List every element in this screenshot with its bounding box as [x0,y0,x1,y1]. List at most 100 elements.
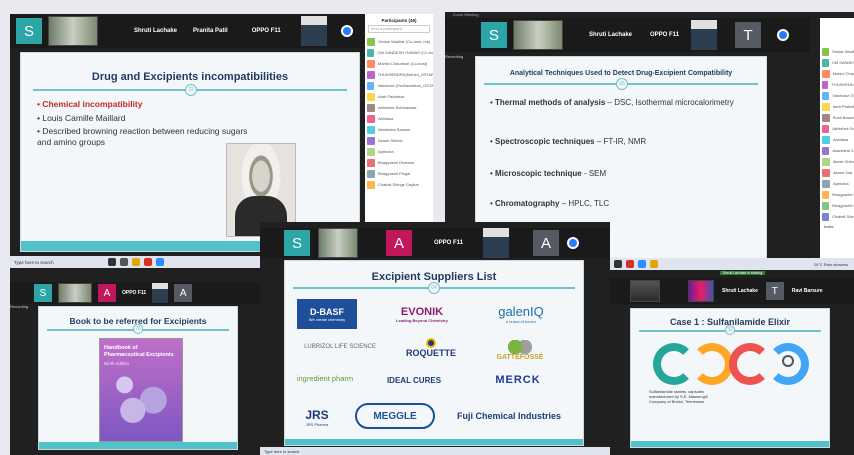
chrome-icon[interactable] [626,260,634,268]
logo-text: EVONIK [400,305,444,318]
participant-row[interactable]: Bhagyashri P [820,200,854,211]
participant-tile-t[interactable]: T [765,282,784,300]
chrome-icon[interactable] [144,258,152,266]
participant-row[interactable]: OM SANDESH GAWAS (Co-host) [365,47,433,58]
participant-row[interactable]: Bhagyashri D [820,189,854,200]
participant-row[interactable]: Mohini Chaudhari (Co-host) [365,58,433,69]
participant-row[interactable]: Abhishek Sohmaswar [365,102,433,113]
video-thumbnail[interactable] [630,280,660,302]
participant-name: Bhagyashri P [832,203,854,208]
participant-row[interactable]: THUSHENDRA(Mohini_OSTAF) [365,69,433,80]
participant-row[interactable]: Akash Shind [820,156,854,167]
evonik-logo: EVONIK Leading Beyond Chemistry [377,301,467,327]
slide-excipient-suppliers: Excipient Suppliers List 64 D-BASF We cr… [284,260,584,446]
merck-logo: MERCK [495,374,541,386]
participant-row[interactable]: Vaishnavi Gu [820,90,854,101]
participant-name: Apeksha [833,181,849,186]
participant-video[interactable] [483,228,510,258]
participant-row[interactable]: Abhilasa [820,134,854,145]
participant-name: Aarti Padvek [832,104,854,109]
magnifier-icon [782,355,794,367]
panel-top-left: S Shruti Lachake Pranita Patil OPPO F11 … [10,14,433,256]
bullet-bold: Chromatography [495,199,560,208]
participant-row[interactable]: Vaishnavi (Gudhwantrao_OSTAF) [365,80,433,91]
next-page-button[interactable] [567,237,580,249]
participant-row[interactable]: Bhagyashri Pingal [365,168,433,179]
windows-icon[interactable] [614,260,622,268]
participant-name: Omkar Wadkar [831,49,854,54]
participant-name: OPPO F11 [434,240,464,246]
participant-row[interactable]: Akanksha Sa [820,145,854,156]
taskbar-search[interactable]: Type here to search [14,260,104,265]
participant-row[interactable]: Sunil Bawan [820,112,854,123]
participant-row[interactable]: Chaitali Shing [820,211,854,222]
fuji-chemical-logo: Fuji Chemical Industries [456,411,562,421]
invite-button[interactable]: Invite [820,222,854,231]
participant-list: Omkar Wadkar OM SANDESH Mohini Chau THUSHEN… [820,18,854,222]
folder-icon[interactable] [650,260,658,268]
slide-sulfanilamide: Case 1 : Sulfanilamide Elixir 32 Sulfani… [630,308,830,448]
next-page-button[interactable] [777,29,790,41]
zoom-icon[interactable] [638,260,646,268]
case-caption: Sulfanilamide tablets, capsules manufact… [649,389,708,404]
bullet-text: – HPLC, TLC [559,199,610,208]
participant-row[interactable]: THUSHENDRA [820,79,854,90]
participant-avatar [367,169,375,178]
participant-row[interactable]: Akash Shinde [365,135,433,146]
participant-avatar [822,168,830,177]
participant-tile-a2[interactable]: A [533,230,560,256]
participant-row[interactable]: Akanksha Sawant [365,124,433,135]
logo-text: GATTEFOSSÉ [496,353,544,361]
video-thumbnail[interactable] [513,20,563,50]
participant-avatar [822,102,830,111]
participant-row[interactable]: OM SANDESH [820,57,854,68]
participant-row[interactable]: Abhishek Sor [820,123,854,134]
participant-tile-s[interactable]: S [284,230,310,256]
explorer-icon[interactable] [132,258,140,266]
participant-avatar [822,201,830,210]
participant-video[interactable] [691,20,718,50]
participant-row[interactable]: Omkar Wadkar [820,46,854,57]
participant-row[interactable]: Apeksha [820,178,854,189]
participant-avatar [822,113,830,122]
participant-video[interactable] [300,16,327,46]
roquette-logo: ROQUETTE [393,335,469,361]
participant-row[interactable]: Bhagyashri Dhanure [365,157,433,168]
windows-icon[interactable] [108,258,116,266]
participant-tile-a[interactable]: A [98,284,116,302]
participant-tile-a[interactable]: A [386,230,412,256]
participant-row[interactable]: Akash Vad [820,167,854,178]
participant-row[interactable]: Apeksha [365,146,433,157]
participant-row[interactable]: Chaitali Shinge Gaykar [365,179,433,190]
participant-row[interactable]: Aarti Padvek [820,101,854,112]
participant-name: OPPO F11 [122,290,147,296]
participant-tile-s[interactable]: S [481,22,507,48]
participant-row[interactable]: Aarti Padvekar [365,91,433,102]
video-thumbnail[interactable] [318,228,358,258]
bullet-text: Chemical incompatibility [42,99,143,109]
roquette-icon [426,338,436,348]
participant-tile-t[interactable]: T [735,22,762,48]
participant-avatar [367,70,375,79]
taskbar-search[interactable]: Type here to search [264,449,334,454]
next-page-button[interactable] [340,25,353,37]
participant-name: Chaitali Shinge Gaykar [378,182,419,187]
participant-video[interactable] [152,283,169,303]
video-thumbnail[interactable] [58,283,92,303]
task-view-icon[interactable] [120,258,128,266]
participant-avatar [367,147,375,156]
video-thumbnail[interactable] [688,280,714,302]
participant-tile-s[interactable]: S [16,18,42,44]
participant-name: Aarti Padvekar [378,94,405,99]
participant-row[interactable]: Abhilasa [365,113,433,124]
participant-row[interactable]: Mohini Chau [820,68,854,79]
jrs-logo: JRS JRS Pharma [297,397,337,437]
participant-tile-a2[interactable]: A [174,284,193,302]
participant-search[interactable]: Find a participant [368,25,430,33]
participant-row[interactable]: Omkar Wadkar (Co-host, me) [365,36,433,47]
zoom-icon[interactable] [156,258,164,266]
video-thumbnail[interactable] [48,16,98,46]
participant-tile-s[interactable]: S [34,284,52,302]
participant-avatar [367,136,375,145]
participant-avatar [822,69,830,78]
